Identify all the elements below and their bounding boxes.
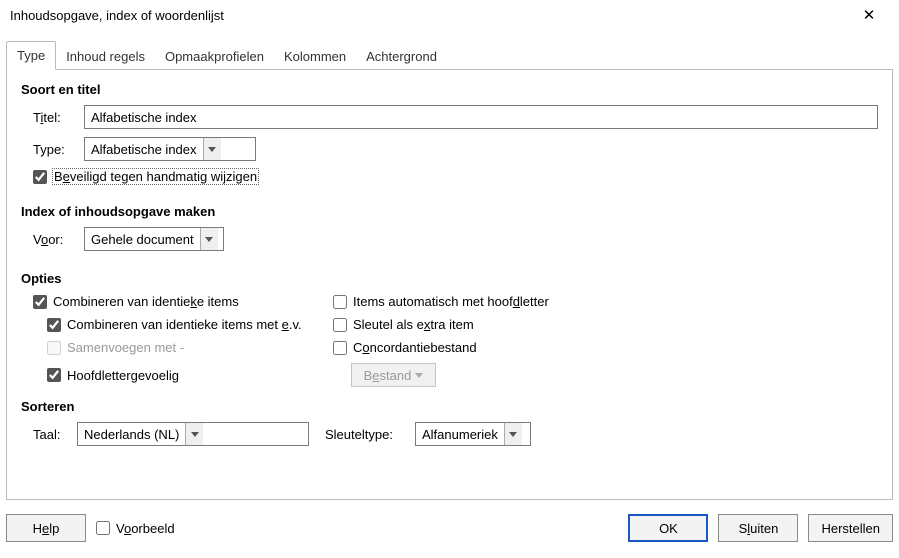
section-opties: Opties xyxy=(21,271,878,286)
titel-input[interactable] xyxy=(84,105,878,129)
protect-checkbox[interactable]: Beveiligd tegen handmatig wijzigen xyxy=(33,169,258,184)
key-extra-checkbox[interactable]: Sleutel als extra item xyxy=(333,317,878,332)
voorbeeld-checkbox[interactable]: Voorbeeld xyxy=(96,521,175,536)
section-index-maken: Index of inhoudsopgave maken xyxy=(21,204,878,219)
type-label: Type: xyxy=(33,142,78,157)
herstellen-button[interactable]: Herstellen xyxy=(808,514,893,542)
taal-select[interactable]: Nederlands (NL) xyxy=(77,422,309,446)
combine-identical-checkbox[interactable]: Combineren van identieke items xyxy=(33,294,333,309)
tab-opmaakprofielen[interactable]: Opmaakprofielen xyxy=(155,43,274,70)
tab-inhoud-regels[interactable]: Inhoud regels xyxy=(56,43,155,70)
chevron-down-icon xyxy=(200,228,218,250)
concordance-checkbox[interactable]: Concordantiebestand xyxy=(333,340,878,355)
help-button[interactable]: Help xyxy=(6,514,86,542)
type-select[interactable]: Alfabetische index xyxy=(84,137,256,161)
titel-label: Titel: xyxy=(33,110,78,125)
ok-button[interactable]: OK xyxy=(628,514,708,542)
tab-type[interactable]: Type xyxy=(6,41,56,70)
bestand-button: Bestand xyxy=(351,363,436,387)
chevron-down-icon xyxy=(203,138,221,160)
tab-kolommen[interactable]: Kolommen xyxy=(274,43,356,70)
voor-select[interactable]: Gehele document xyxy=(84,227,224,251)
close-button[interactable]: ✕ xyxy=(849,6,889,24)
merge-with-checkbox: Samenvoegen met - xyxy=(33,340,333,355)
voor-label: Voor: xyxy=(33,232,78,247)
tabs: Type Inhoud regels Opmaakprofielen Kolom… xyxy=(6,40,893,70)
section-soort-en-titel: Soort en titel xyxy=(21,82,878,97)
tab-panel: Soort en titel Titel: Type: Alfabetische… xyxy=(6,70,893,500)
tab-achtergrond[interactable]: Achtergrond xyxy=(356,43,447,70)
chevron-down-icon xyxy=(504,423,522,445)
chevron-down-icon xyxy=(185,423,203,445)
case-sensitive-checkbox[interactable]: Hoofdlettergevoelig xyxy=(33,363,333,387)
sluiten-button[interactable]: Sluiten xyxy=(718,514,798,542)
taal-label: Taal: xyxy=(33,427,71,442)
combine-ev-checkbox[interactable]: Combineren van identieke items met e.v. xyxy=(33,317,333,332)
auto-uppercase-checkbox[interactable]: Items automatisch met hoofdletter xyxy=(333,294,878,309)
section-sorteren: Sorteren xyxy=(21,399,878,414)
sleuteltype-label: Sleuteltype: xyxy=(325,427,415,442)
window-title: Inhoudsopgave, index of woordenlijst xyxy=(10,8,224,23)
sleuteltype-select[interactable]: Alfanumeriek xyxy=(415,422,531,446)
